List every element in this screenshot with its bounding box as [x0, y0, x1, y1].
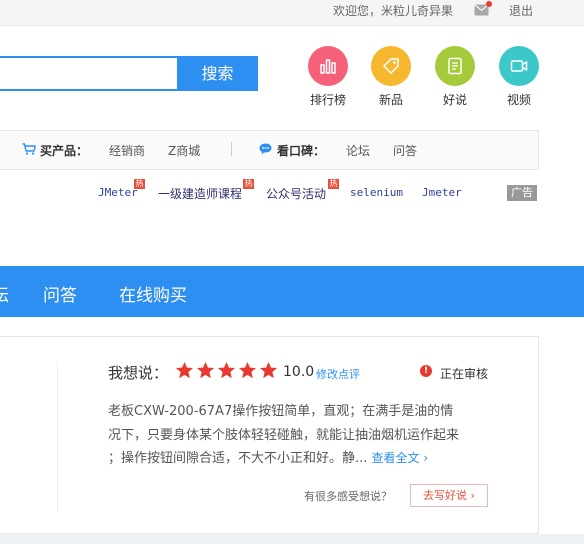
hot-keyword-jmeter-2[interactable]: Jmeter [422, 186, 462, 199]
dealer-link[interactable]: 经销商 [109, 142, 145, 159]
review-label: 我想说： [108, 364, 169, 382]
qa-link[interactable]: 问答 [393, 142, 417, 159]
z-mall-link[interactable]: Z商城 [168, 142, 200, 159]
bar-chart-icon [320, 59, 336, 74]
new-products-icon-button[interactable] [371, 46, 411, 86]
chevron-right-icon: › [470, 489, 475, 502]
tag-icon [383, 58, 399, 74]
hot-badge: 热 [328, 179, 339, 189]
star-icon [175, 361, 194, 379]
nav-item-online-buy[interactable]: 在线购买 [119, 281, 187, 306]
logout-link[interactable]: 退出 [509, 2, 533, 19]
nav-icon-label-ranking[interactable]: 排行榜 [298, 91, 358, 108]
hot-keyword-construction-course[interactable]: 一级建造师课程 [158, 185, 242, 202]
star-icon [217, 361, 236, 379]
good-reviews-icon-button[interactable] [435, 46, 475, 86]
hot-badge: 热 [134, 179, 145, 189]
nav-item-qa[interactable]: 问答 [43, 281, 77, 306]
star-icon [238, 361, 257, 379]
forum-link[interactable]: 论坛 [346, 142, 370, 159]
edit-review-link[interactable]: 修改点评 [316, 366, 360, 382]
review-status: 正在审核 [440, 367, 489, 381]
review-text-line-3-container: ；操作按钮间隙合适，不大不小正和好。静... 查看全文 › [108, 447, 428, 466]
welcome-text: 欢迎您，米粒儿奇异果 [333, 4, 454, 18]
review-text-line-3: ；操作按钮间隙合适，不大不小正和好。静... [108, 451, 368, 466]
video-icon-button[interactable] [499, 46, 539, 86]
notification-dot [486, 1, 492, 7]
hot-badge: 热 [243, 179, 254, 189]
read-more-label[interactable]: 查看全文 [372, 451, 420, 465]
review-score: 10.0 [283, 364, 315, 380]
note-icon [448, 57, 462, 75]
write-review-button[interactable]: 去写好说 › [410, 484, 488, 507]
star-icon [259, 361, 278, 379]
hot-keyword-selenium[interactable]: selenium [350, 186, 403, 199]
cart-icon [22, 143, 36, 155]
products-bar-divider [231, 142, 232, 156]
search-button[interactable]: 搜索 [177, 56, 258, 91]
main-nav-bar [0, 266, 584, 317]
nav-icon-label-reviews[interactable]: 好说 [425, 91, 485, 108]
page-bottom-strip [0, 534, 584, 544]
ranking-icon-button[interactable] [308, 46, 348, 86]
star-icon [196, 361, 215, 379]
prompt-text: 有很多感受想说？ [304, 490, 392, 503]
nav-item-partial[interactable]: 坛 [0, 281, 9, 306]
chevron-right-icon: › [423, 451, 429, 465]
ad-badge: 广告 [507, 185, 537, 201]
reputation-label: 看口碑： [277, 144, 326, 158]
nav-icon-label-video[interactable]: 视频 [489, 91, 549, 108]
chat-bubble-icon [259, 143, 272, 155]
video-icon [510, 60, 528, 72]
hot-keyword-jmeter[interactable]: JMeter [98, 186, 138, 199]
buy-products-label: 买产品： [40, 144, 89, 158]
top-bar [0, 0, 584, 26]
nav-icon-label-new[interactable]: 新品 [361, 91, 421, 108]
alert-icon: ! [420, 365, 432, 377]
write-review-label[interactable]: 去写好说 [423, 489, 467, 502]
read-more-link[interactable]: 查看全文 › [372, 451, 429, 465]
review-text-line-1: 老板CXW-200-67A7操作按钮简单，直观；在满手是油的情 [108, 404, 454, 419]
review-text-line-2: 况下，只要身体某个肢体轻轻碰触，就能让抽油烟机运作起来 [108, 428, 460, 443]
hot-keyword-public-account[interactable]: 公众号活动 [266, 185, 326, 202]
search-input[interactable] [0, 56, 178, 91]
review-card-divider [57, 362, 58, 512]
